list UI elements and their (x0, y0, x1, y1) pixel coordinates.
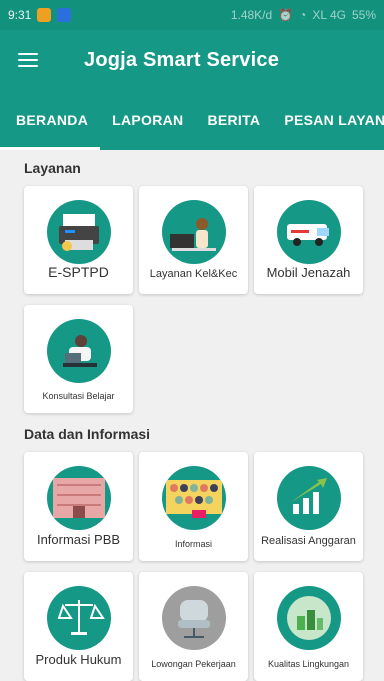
app-title: Jogja Smart Service (84, 48, 280, 71)
card-label: Lowongan Pekerjaan (151, 659, 236, 669)
crowd-icon (161, 466, 226, 530)
card-realisasi-anggaran[interactable]: Realisasi Anggaran (254, 452, 363, 561)
home-content[interactable]: Layanan E-SPTPD Layanan Kel&Kec Mobil Je… (0, 150, 384, 681)
section-title-layanan: Layanan (24, 160, 81, 176)
network-label: XL 4G (312, 8, 346, 22)
card-layanan-kelkec[interactable]: Layanan Kel&Kec (139, 186, 248, 294)
notification-app-icon (37, 8, 52, 22)
bar-growth-icon (276, 466, 341, 530)
wifi-icon: ◔ (299, 8, 307, 22)
alarm-icon: ⏰ (278, 8, 294, 22)
hamburger-icon (18, 53, 38, 67)
green-city-icon (276, 586, 341, 650)
card-label: Layanan Kel&Kec (149, 268, 238, 280)
tab-laporan[interactable]: LAPORAN (100, 90, 195, 150)
office-worker-icon (161, 200, 226, 264)
card-informasi-pbb[interactable]: Informasi PBB (24, 452, 133, 561)
card-lowongan-pekerjaan[interactable]: Lowongan Pekerjaan (139, 572, 248, 681)
network-speed: 1.48K/d (230, 8, 273, 22)
card-label: E-SPTPD (48, 264, 109, 280)
tab-bar: BERANDA LAPORAN BERITA PESAN LAYANAN (0, 90, 384, 150)
card-label: Informasi PBB (36, 532, 121, 547)
notification-gallery-icon (57, 8, 72, 22)
tab-berita[interactable]: BERITA (195, 90, 272, 150)
ambulance-icon (276, 200, 341, 264)
card-mobil-jenazah[interactable]: Mobil Jenazah (254, 186, 363, 294)
reading-student-icon (46, 319, 111, 383)
office-chair-icon (161, 586, 226, 650)
card-label: Konsultasi Belajar (42, 391, 115, 401)
card-label: Kualitas Lingkungan (267, 659, 350, 669)
status-time: 9:31 (8, 8, 32, 22)
section-title-data-informasi: Data dan Informasi (24, 426, 151, 442)
menu-button[interactable] (0, 32, 56, 88)
building-icon (46, 466, 111, 530)
card-informasi[interactable]: Informasi (139, 452, 248, 561)
card-e-sptpd[interactable]: E-SPTPD (24, 186, 133, 294)
tab-pesan-layanan[interactable]: PESAN LAYANAN (272, 90, 384, 150)
app-bar: Jogja Smart Service (0, 30, 384, 90)
battery-level: 55% (351, 8, 376, 22)
scales-icon (46, 586, 111, 650)
card-label: Realisasi Anggaran (261, 535, 356, 547)
card-label: Informasi (174, 539, 212, 549)
card-label: Produk Hukum (35, 652, 122, 667)
printer-icon (46, 200, 111, 264)
card-label: Mobil Jenazah (266, 265, 351, 280)
status-bar: 9:31 1.48K/d ⏰ ◔ XL 4G 55% (0, 0, 384, 30)
tab-beranda[interactable]: BERANDA (0, 90, 101, 150)
card-kualitas-lingkungan[interactable]: Kualitas Lingkungan (254, 572, 363, 681)
card-produk-hukum[interactable]: Produk Hukum (24, 572, 133, 681)
card-konsultasi-belajar[interactable]: Konsultasi Belajar (24, 305, 133, 413)
